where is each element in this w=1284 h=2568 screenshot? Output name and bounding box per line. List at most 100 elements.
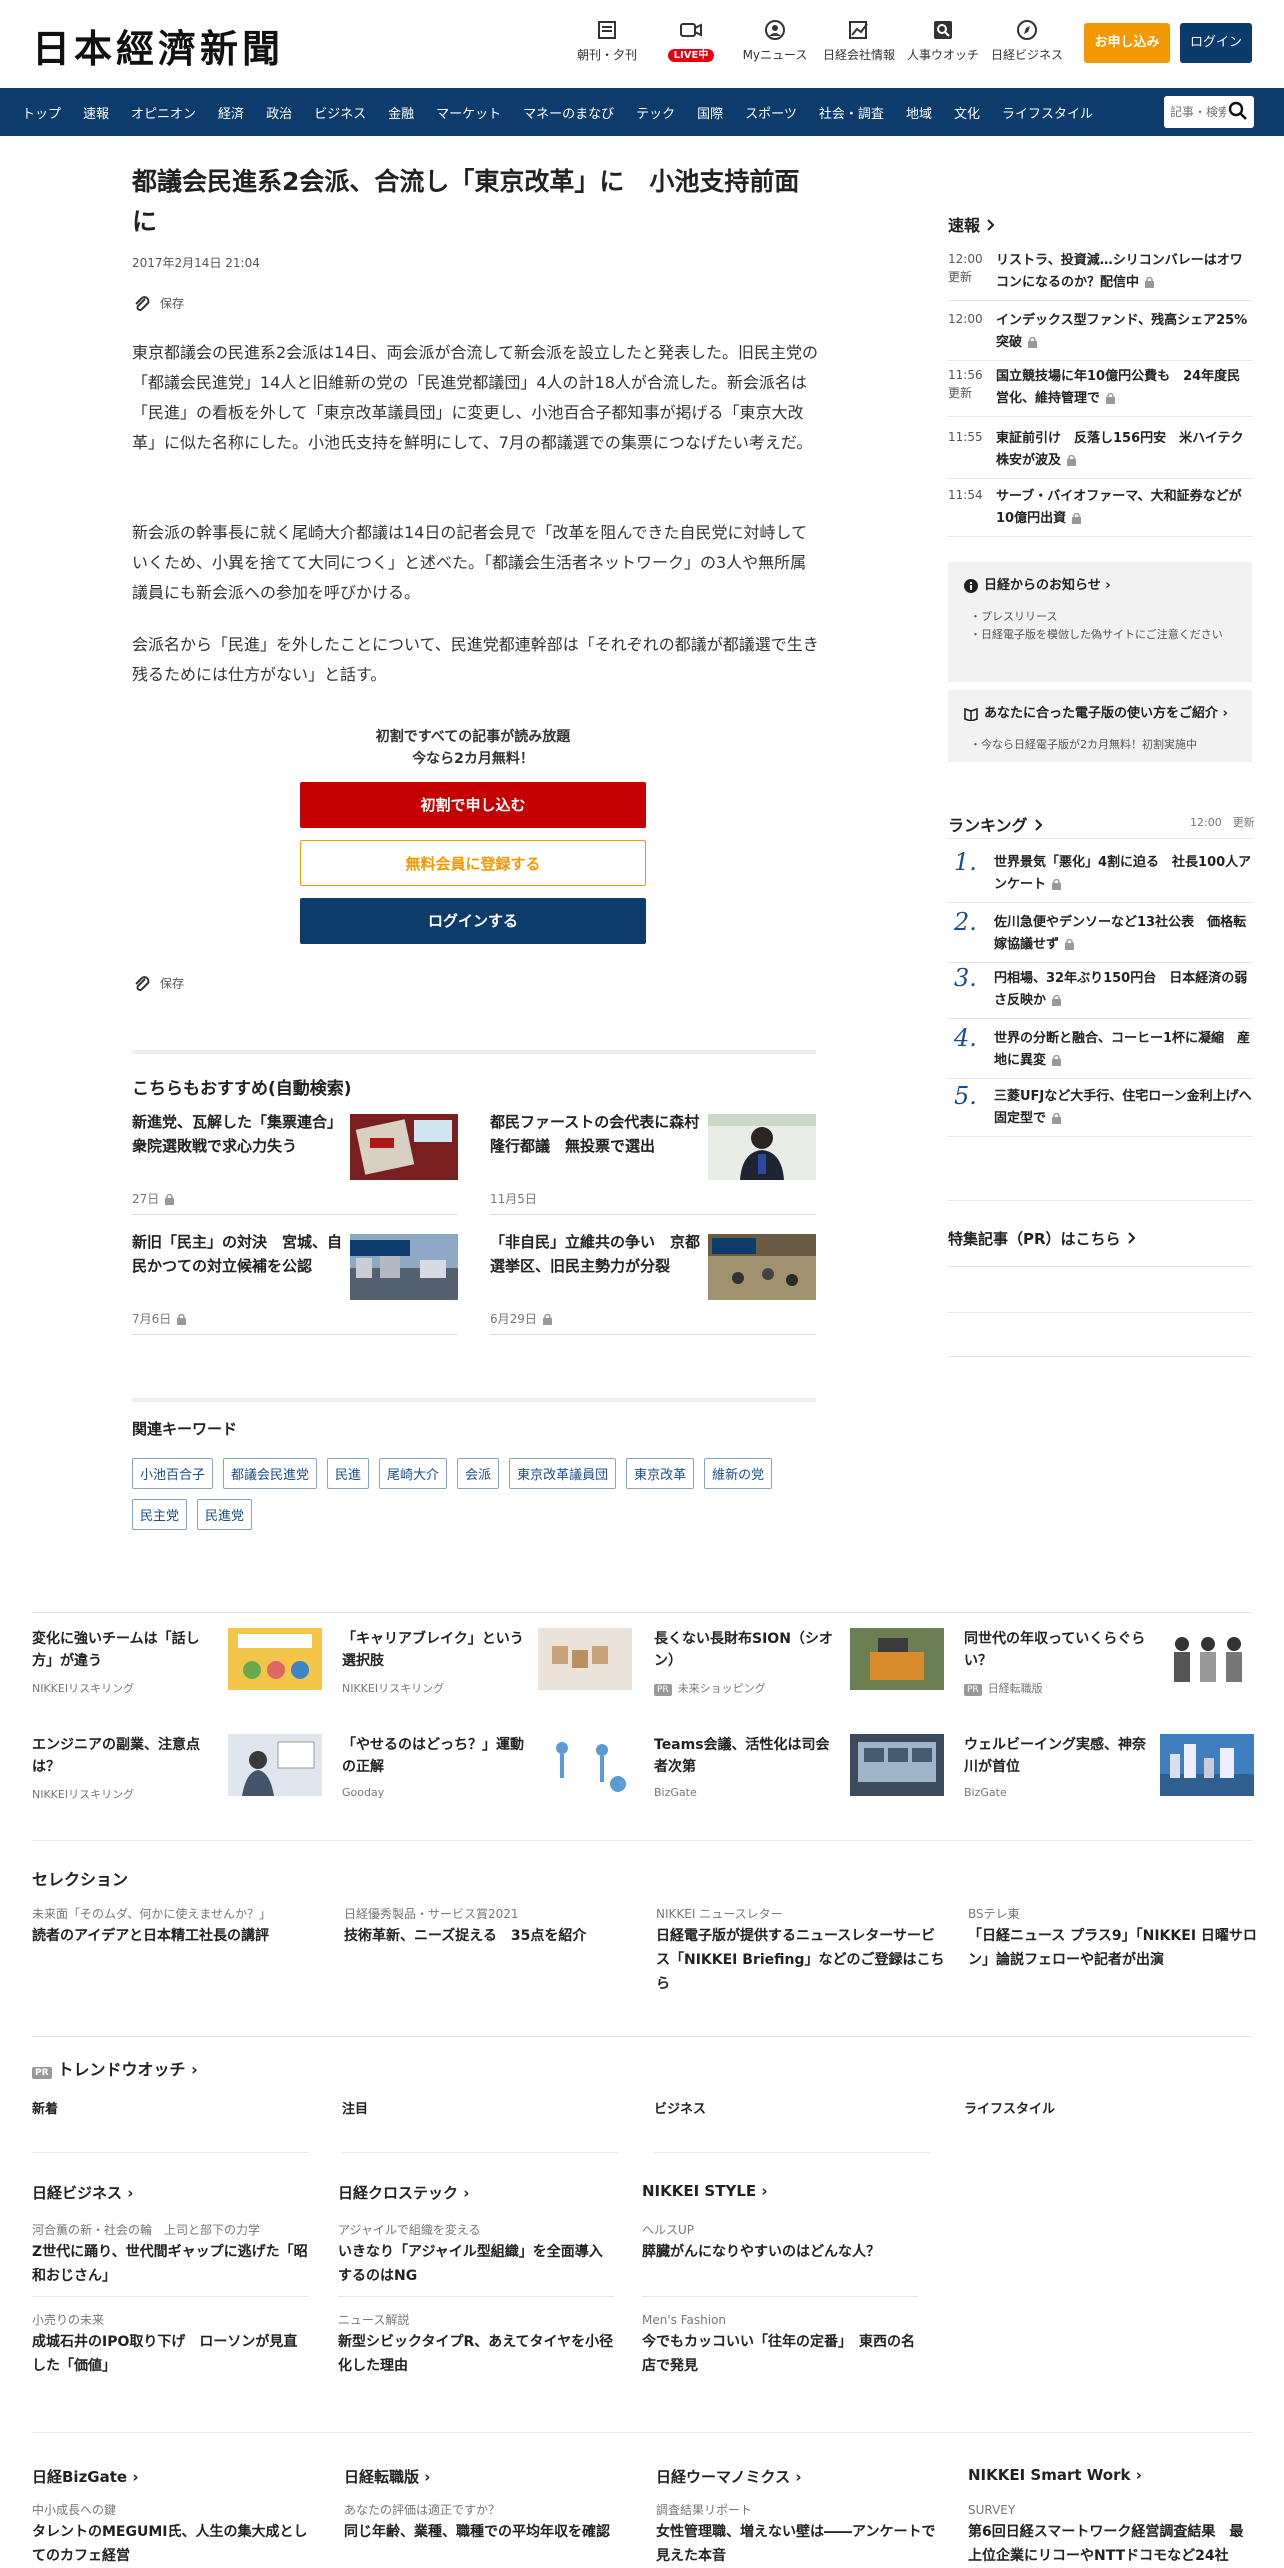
media-heading[interactable]: 日経BizGate › — [32, 2466, 139, 2487]
notice-heading[interactable]: 日経からのお知らせ › — [964, 574, 1111, 593]
keyword-tag[interactable]: 会派 — [457, 1458, 500, 1489]
media-heading[interactable]: 日経ウーマノミクス › — [656, 2466, 802, 2487]
nav-item[interactable]: マネーのまなび — [523, 103, 614, 122]
section-divider — [132, 1398, 816, 1402]
media-heading[interactable]: 日経クロステック › — [338, 2182, 469, 2203]
media-item[interactable]: Men's Fashion 今でもカッコいい「往年の定番」 東西の名店で発見 — [642, 2310, 918, 2378]
media-item[interactable]: あなたの評価は適正ですか？ 同じ年齢、業種、職種での平均年収を確認 — [344, 2500, 628, 2544]
media-item[interactable]: 小売りの未来 成城石井のIPO取り下げ ローソンが見直した「価値」 — [32, 2310, 308, 2378]
newspaper-icon — [598, 21, 616, 39]
nav-item[interactable]: 金融 — [388, 103, 414, 122]
nav-item[interactable]: 政治 — [266, 103, 292, 122]
recommend-item[interactable]: 都民ファーストの会代表に森村隆行都議 無投票で選出 11月5日 — [490, 1110, 816, 1222]
promo-source: NIKKEIリスキリング — [32, 1682, 135, 1695]
recommend-date: 7月6日 — [132, 1310, 187, 1327]
trend-watch-heading[interactable]: PR トレンドウオッチ › — [32, 2056, 198, 2080]
nav-item[interactable]: 文化 — [954, 103, 980, 122]
nav-item[interactable]: 経済 — [218, 103, 244, 122]
promo-item[interactable]: 変化に強いチームは「話し方」が違う NIKKEIリスキリング — [32, 1628, 322, 1704]
promo-item[interactable]: 長くない長財布SION（シオン） PR 未来ショッピング — [654, 1628, 944, 1704]
keyword-tag[interactable]: 民進 — [327, 1458, 370, 1489]
recommend-item[interactable]: 「非自民」立維共の争い 京都選挙区、旧民主勢力が分裂 6月29日 — [490, 1230, 816, 1342]
keyword-tag[interactable]: 東京改革 — [626, 1458, 695, 1489]
nav-item[interactable]: トップ — [22, 103, 61, 122]
search-icon[interactable] — [1228, 101, 1248, 121]
media-item[interactable]: 中小成長への鍵 タレントのMEGUMI氏、人生の集大成としてのカフェ経営 — [32, 2500, 316, 2568]
media-heading[interactable]: NIKKEI STYLE › — [642, 2182, 768, 2200]
promo-item[interactable]: 「やせるのはどっち？」運動の正解 Gooday — [342, 1734, 632, 1810]
keyword-tag[interactable]: 民進党 — [197, 1499, 253, 1530]
media-item[interactable]: ヘルスUP 膵臓がんになりやすいのはどんな人？ — [642, 2220, 918, 2264]
media-heading[interactable]: 日経ビジネス › — [32, 2182, 133, 2203]
media-kicker: アジャイルで組織を変える — [338, 2223, 481, 2237]
nav-item[interactable]: ライフスタイル — [1002, 103, 1093, 122]
login-button[interactable]: ログイン — [1180, 23, 1252, 63]
nav-item[interactable]: ビジネス — [314, 103, 366, 122]
notice-item[interactable]: ・日経電子版を模倣した偽サイトにご注意ください — [970, 626, 1240, 644]
nav-item[interactable]: 地域 — [906, 103, 932, 122]
keyword-tag[interactable]: 都議会民進党 — [223, 1458, 318, 1489]
guide-item[interactable]: ・今なら日経電子版が2カ月無料！初割実施中 — [970, 736, 1240, 752]
nav-item[interactable]: テック — [636, 103, 675, 122]
selection-item[interactable]: BSテレ東 「日経ニュース プラス9」「NIKKEI 日曜サロン」論説フェローや記… — [968, 1904, 1258, 1972]
selection-item[interactable]: NIKKEI ニュースレター 日経電子版が提供するニュースレターサービス「NIKK… — [656, 1904, 946, 1996]
media-item[interactable]: 調査結果リポート 女性管理職、増えない壁は――アンケートで見えた本音 — [656, 2500, 940, 2568]
notice-item[interactable]: ・プレスリリース — [970, 608, 1240, 626]
personnel-watch-link[interactable]: 人事ウオッチ — [898, 20, 988, 63]
save-button-bottom[interactable]: 保存 — [132, 974, 184, 994]
nikkei-business-link[interactable]: 日経ビジネス — [982, 20, 1072, 63]
selection-item[interactable]: 未来面「そのムダ、何かに使えませんか？」 読者のアイデアと日本精工社長の講評 — [32, 1904, 322, 1948]
trial-subscribe-button[interactable]: 初割で申し込む — [300, 782, 646, 828]
keyword-tag[interactable]: 尾崎大介 — [379, 1458, 448, 1489]
guide-heading[interactable]: あなたに合った電子版の使い方をご紹介 › — [964, 702, 1228, 722]
trend-tab[interactable]: 注目 — [342, 2098, 368, 2117]
promo-item[interactable]: 同世代の年収っていくらぐらい？ PR 日経転職版 — [964, 1628, 1254, 1704]
special-feature-heading[interactable]: 特集記事（PR）はこちら — [948, 1228, 1137, 1249]
trend-tab[interactable]: 新着 — [32, 2098, 58, 2117]
media-item[interactable]: アジャイルで組織を変える いきなり「アジャイル型組織」を全面導入するのはNG — [338, 2220, 614, 2288]
nav-item[interactable]: スポーツ — [745, 103, 797, 122]
media-item[interactable]: 河合薫の新・社会の輪 上司と部下の力学 Z世代に踊り、世代間ギャップに逃げた「昭和… — [32, 2220, 308, 2288]
media-item[interactable]: ニュース解説 新型シビックタイプR、あえてタイヤを小径化した理由 — [338, 2310, 614, 2378]
nav-item[interactable]: オピニオン — [131, 103, 196, 122]
nikkei-logo[interactable]: 日本經濟新聞 — [32, 18, 284, 73]
recommend-date: 27日 — [132, 1190, 175, 1207]
trend-tab[interactable]: ライフスタイル — [964, 2098, 1055, 2117]
free-register-button[interactable]: 無料会員に登録する — [300, 840, 646, 886]
promo-item[interactable]: Teams会議、活性化は司会者次第 BizGate — [654, 1734, 944, 1810]
recommend-title: 都民ファーストの会代表に森村隆行都議 無投票で選出 — [490, 1113, 700, 1155]
keyword-tag[interactable]: 東京改革議員団 — [509, 1458, 617, 1489]
media-heading[interactable]: 日経転職版 › — [344, 2466, 430, 2487]
trend-tab[interactable]: ビジネス — [654, 2098, 706, 2117]
ranking-heading[interactable]: ランキング — [948, 812, 1044, 836]
keyword-tag[interactable]: 民主党 — [132, 1499, 188, 1530]
nav-item[interactable]: 速報 — [83, 103, 109, 122]
promo-item[interactable]: ウェルビーイング実感、神奈川が首位 BizGate — [964, 1734, 1254, 1810]
flash-time: 12:00 — [948, 312, 983, 326]
subscribe-button[interactable]: お申し込み — [1084, 23, 1170, 63]
keyword-tag[interactable]: 維新の党 — [704, 1458, 773, 1489]
recommend-item[interactable]: 新進党、瓦解した「集票連合」 衆院選敗戦で求心力失う 27日 — [132, 1110, 458, 1222]
recommend-item[interactable]: 新旧「民主」の対決 宮城、自民かつての対立候補を公認 7月6日 — [132, 1230, 458, 1342]
media-item[interactable]: SURVEY 第6回日経スマートワーク経営調査結果 最上位企業にリコーやNTTドコ… — [968, 2500, 1252, 2568]
company-info-link[interactable]: 日経会社情報 — [814, 20, 904, 63]
notice-list: ・プレスリリース ・日経電子版を模倣した偽サイトにご注意ください — [970, 608, 1240, 644]
media-heading[interactable]: NIKKEI Smart Work › — [968, 2466, 1142, 2484]
nav-item[interactable]: 社会・調査 — [819, 103, 884, 122]
promo-image — [538, 1628, 632, 1690]
paywall-login-button[interactable]: ログインする — [300, 898, 646, 944]
promo-source: PR 未来ショッピング — [654, 1680, 766, 1696]
live-link[interactable]: LIVE中 — [646, 20, 736, 62]
evening-edition-link[interactable]: 朝刊・夕刊 — [562, 20, 652, 63]
save-button[interactable]: 保存 — [132, 294, 184, 314]
mynews-link[interactable]: Myニュース — [730, 20, 820, 63]
selection-item[interactable]: 日経優秀製品・サービス賞2021 技術革新、ニーズ捉える 35点を紹介 — [344, 1904, 634, 1948]
nav-item[interactable]: 国際 — [697, 103, 723, 122]
search-input[interactable] — [1170, 102, 1226, 122]
section-divider — [132, 1050, 816, 1054]
promo-item[interactable]: エンジニアの副業、注意点は？ NIKKEIリスキリング — [32, 1734, 322, 1810]
nav-item[interactable]: マーケット — [436, 103, 501, 122]
keyword-tag[interactable]: 小池百合子 — [132, 1458, 214, 1489]
flash-news-heading[interactable]: 速報 — [948, 212, 996, 236]
promo-item[interactable]: 「キャリアブレイク」という選択肢 NIKKEIリスキリング — [342, 1628, 632, 1704]
